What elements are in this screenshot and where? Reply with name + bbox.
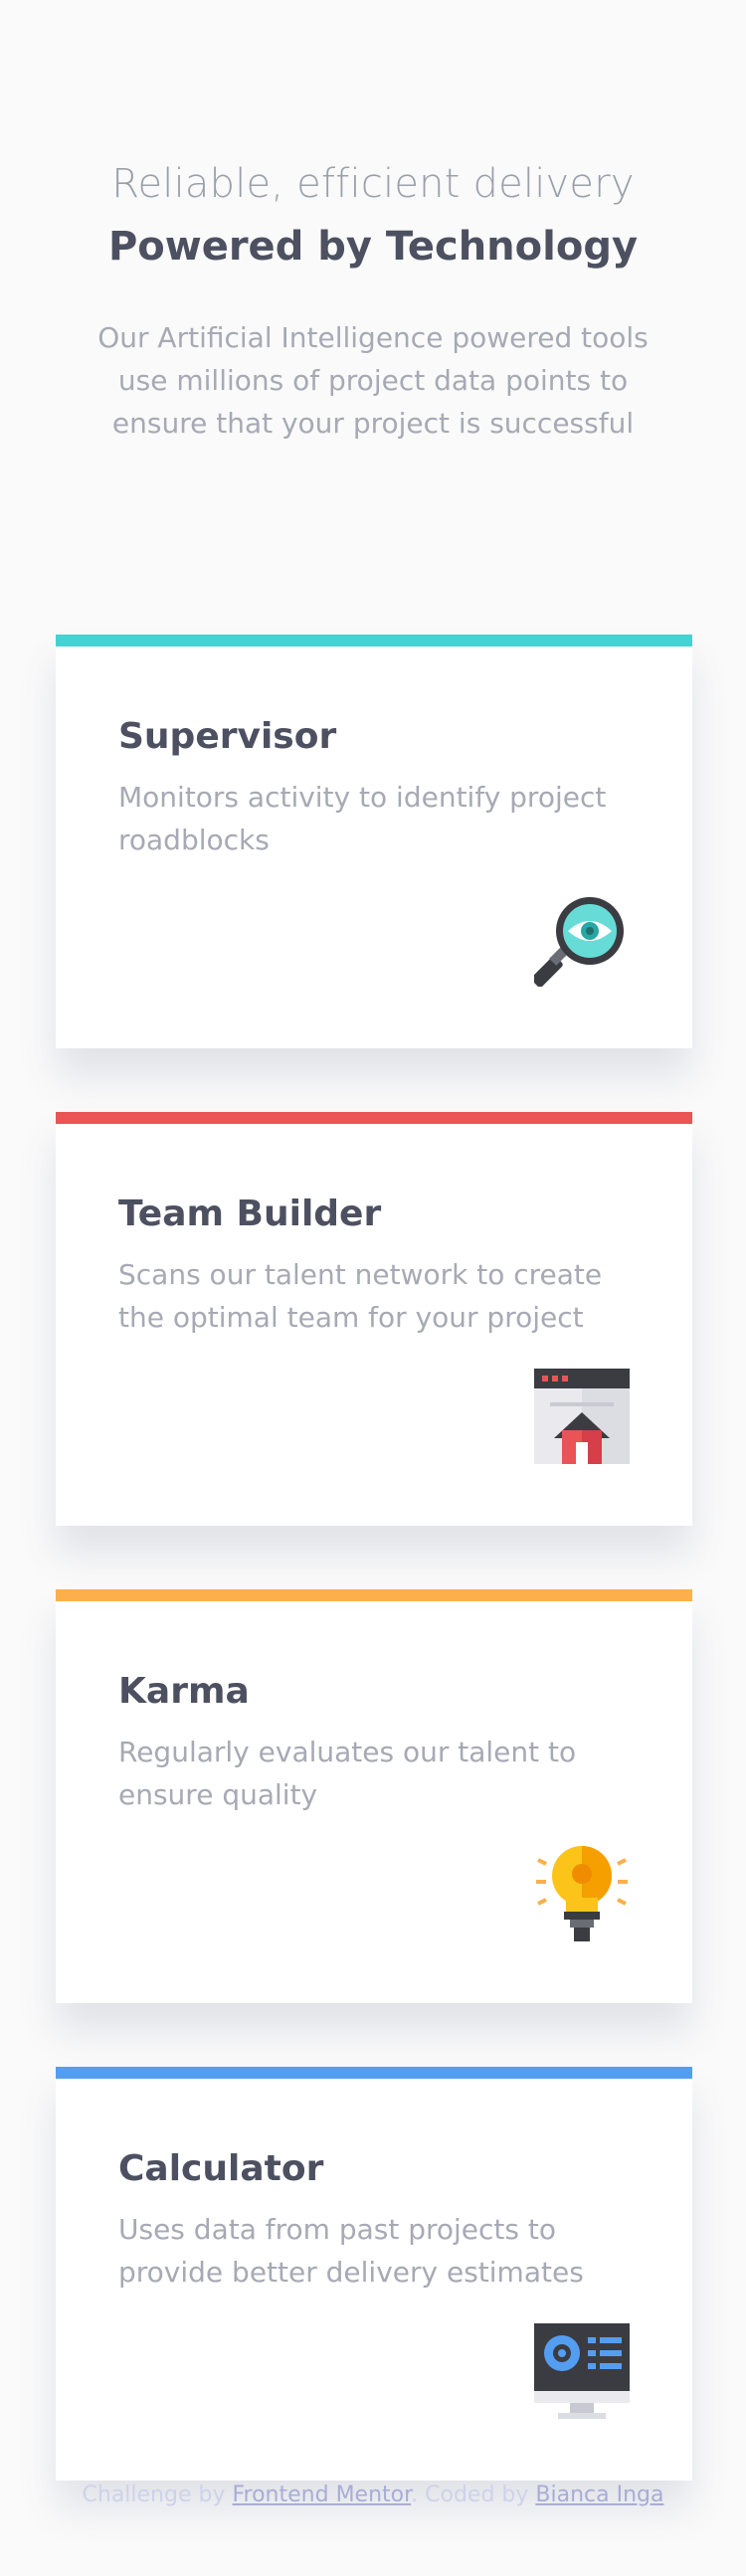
- card-title: Calculator: [118, 2148, 324, 2189]
- magnifier-eye-icon: [534, 891, 630, 987]
- monitor-calculator-icon: [534, 2323, 630, 2419]
- author-link[interactable]: Bianca Inga: [535, 2483, 663, 2507]
- attribution-middle: . Coded by: [411, 2483, 536, 2507]
- lightbulb-icon: [534, 1846, 630, 1941]
- page-intro: Our Artificial Intelligence powered tool…: [97, 321, 649, 440]
- card-supervisor: Supervisor Monitors activity to identify…: [56, 635, 692, 1048]
- card-description: Monitors activity to identify project ro…: [118, 781, 607, 856]
- card-team-builder: Team Builder Scans our talent network to…: [56, 1112, 692, 1526]
- attribution: Challenge by Frontend Mentor. Coded by B…: [0, 2483, 746, 2507]
- attribution-prefix: Challenge by: [82, 2483, 233, 2507]
- card-description: Regularly evaluates our talent to ensure…: [118, 1736, 577, 1811]
- card-title: Supervisor: [118, 716, 337, 757]
- card-description: Uses data from past projects to provide …: [118, 2213, 584, 2289]
- card-title: Team Builder: [118, 1194, 382, 1234]
- card-description: Scans our talent network to create the o…: [118, 1258, 603, 1334]
- frontend-mentor-link[interactable]: Frontend Mentor: [232, 2483, 411, 2507]
- page-subtitle: Reliable, efficient delivery: [111, 161, 635, 207]
- browser-house-icon: [534, 1369, 630, 1464]
- card-karma: Karma Regularly evaluates our talent to …: [56, 1589, 692, 2003]
- card-title: Karma: [118, 1671, 250, 1712]
- page-title: Powered by Technology: [107, 224, 639, 270]
- card-calculator: Calculator Uses data from past projects …: [56, 2067, 692, 2481]
